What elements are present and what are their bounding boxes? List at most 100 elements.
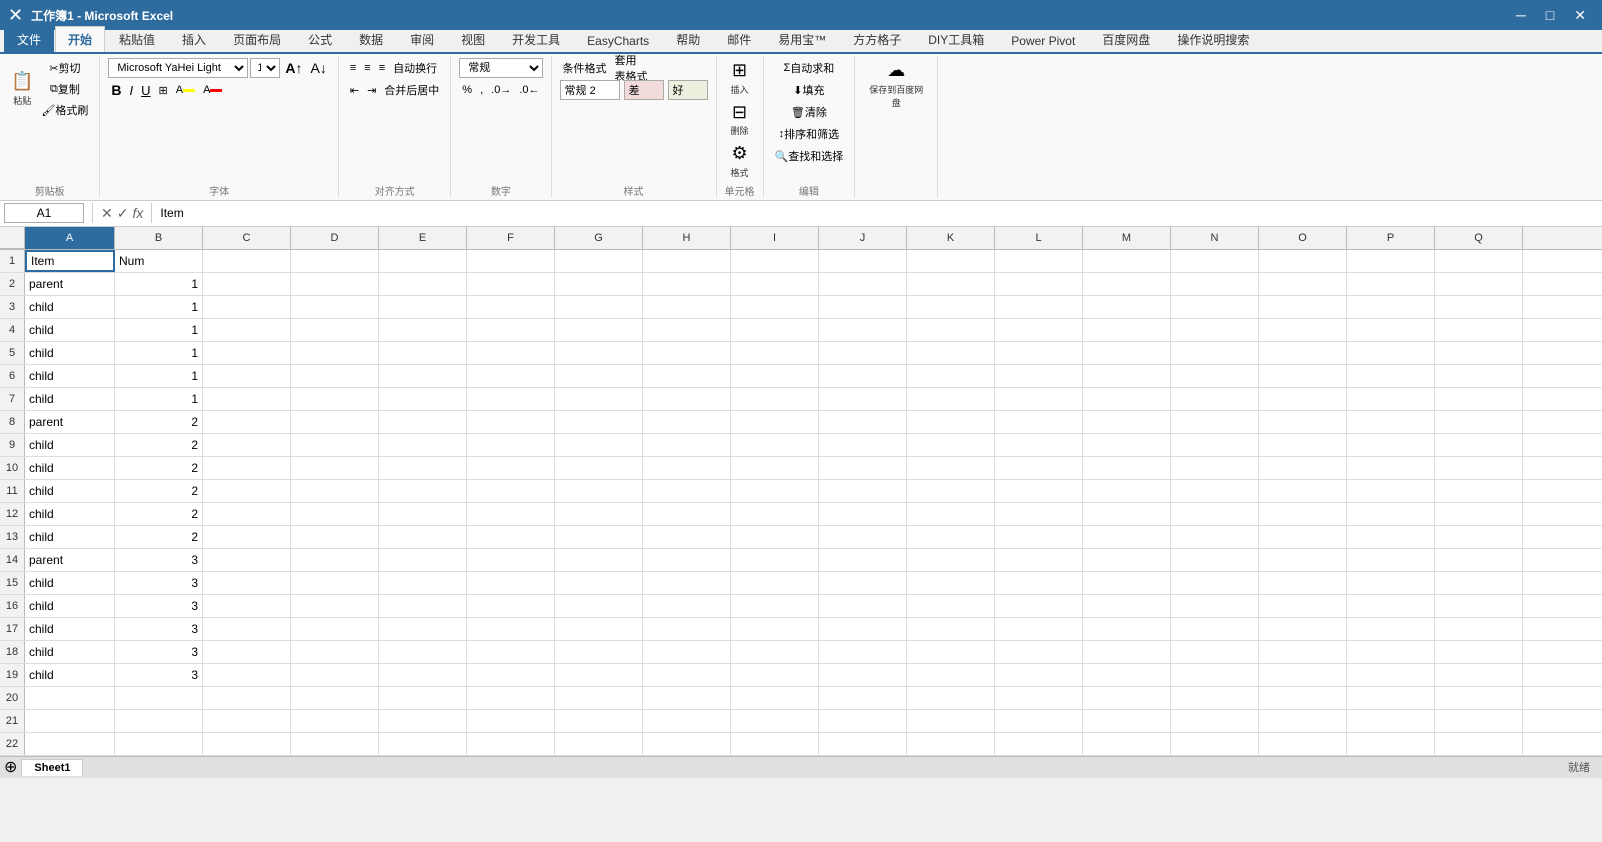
cell-l20[interactable] bbox=[995, 687, 1083, 709]
cell-n8[interactable] bbox=[1171, 411, 1259, 433]
cell-k9[interactable] bbox=[907, 434, 995, 456]
sort-filter-button[interactable]: ↕ 排序和筛选 bbox=[772, 124, 847, 144]
cell-a7[interactable]: child bbox=[25, 388, 115, 410]
menu-tab-view[interactable]: 视图 bbox=[448, 26, 498, 52]
cell-j13[interactable] bbox=[819, 526, 907, 548]
menu-tab-baidu[interactable]: 百度网盘 bbox=[1089, 26, 1163, 52]
cell-g16[interactable] bbox=[555, 595, 643, 617]
cell-o21[interactable] bbox=[1259, 710, 1347, 732]
cell-h10[interactable] bbox=[643, 457, 731, 479]
cell-l22[interactable] bbox=[995, 733, 1083, 755]
cell-d8[interactable] bbox=[291, 411, 379, 433]
cell-k15[interactable] bbox=[907, 572, 995, 594]
cell-p14[interactable] bbox=[1347, 549, 1435, 571]
cell-h18[interactable] bbox=[643, 641, 731, 663]
cell-a19[interactable]: child bbox=[25, 664, 115, 686]
cell-k6[interactable] bbox=[907, 365, 995, 387]
row-number-3[interactable]: 3 bbox=[0, 296, 25, 318]
cell-i2[interactable] bbox=[731, 273, 819, 295]
cell-g13[interactable] bbox=[555, 526, 643, 548]
cell-l5[interactable] bbox=[995, 342, 1083, 364]
cell-q19[interactable] bbox=[1435, 664, 1523, 686]
cell-g5[interactable] bbox=[555, 342, 643, 364]
cell-p5[interactable] bbox=[1347, 342, 1435, 364]
cell-b21[interactable] bbox=[115, 710, 203, 732]
cell-j2[interactable] bbox=[819, 273, 907, 295]
cell-o1[interactable] bbox=[1259, 250, 1347, 272]
cell-n1[interactable] bbox=[1171, 250, 1259, 272]
cell-i14[interactable] bbox=[731, 549, 819, 571]
close-btn[interactable]: ✕ bbox=[1566, 5, 1594, 26]
cell-a18[interactable]: child bbox=[25, 641, 115, 663]
cell-q21[interactable] bbox=[1435, 710, 1523, 732]
insert-function-icon[interactable]: fx bbox=[132, 205, 143, 221]
cell-q3[interactable] bbox=[1435, 296, 1523, 318]
cell-j3[interactable] bbox=[819, 296, 907, 318]
cell-e17[interactable] bbox=[379, 618, 467, 640]
style-normal-box[interactable]: 常规 2 bbox=[560, 80, 620, 100]
row-number-12[interactable]: 12 bbox=[0, 503, 25, 525]
cell-c5[interactable] bbox=[203, 342, 291, 364]
cell-h20[interactable] bbox=[643, 687, 731, 709]
cell-c21[interactable] bbox=[203, 710, 291, 732]
cell-g11[interactable] bbox=[555, 480, 643, 502]
decimal-decrease-button[interactable]: .0← bbox=[516, 80, 542, 100]
cell-n18[interactable] bbox=[1171, 641, 1259, 663]
cell-e20[interactable] bbox=[379, 687, 467, 709]
cell-h9[interactable] bbox=[643, 434, 731, 456]
cell-n6[interactable] bbox=[1171, 365, 1259, 387]
cell-a12[interactable]: child bbox=[25, 503, 115, 525]
cell-n7[interactable] bbox=[1171, 388, 1259, 410]
cell-d15[interactable] bbox=[291, 572, 379, 594]
menu-tab-search[interactable]: 操作说明搜索 bbox=[1164, 26, 1262, 52]
cell-l18[interactable] bbox=[995, 641, 1083, 663]
cell-f5[interactable] bbox=[467, 342, 555, 364]
cell-f14[interactable] bbox=[467, 549, 555, 571]
cell-j18[interactable] bbox=[819, 641, 907, 663]
cell-n11[interactable] bbox=[1171, 480, 1259, 502]
cell-n20[interactable] bbox=[1171, 687, 1259, 709]
cell-m7[interactable] bbox=[1083, 388, 1171, 410]
cell-p21[interactable] bbox=[1347, 710, 1435, 732]
row-number-13[interactable]: 13 bbox=[0, 526, 25, 548]
cell-d7[interactable] bbox=[291, 388, 379, 410]
cell-k19[interactable] bbox=[907, 664, 995, 686]
cell-b11[interactable]: 2 bbox=[115, 480, 203, 502]
cell-g1[interactable] bbox=[555, 250, 643, 272]
menu-tab-formula[interactable]: 公式 bbox=[295, 26, 345, 52]
cell-j14[interactable] bbox=[819, 549, 907, 571]
cell-g2[interactable] bbox=[555, 273, 643, 295]
cell-g10[interactable] bbox=[555, 457, 643, 479]
cell-j16[interactable] bbox=[819, 595, 907, 617]
col-header-j[interactable]: J bbox=[819, 227, 907, 249]
cell-j15[interactable] bbox=[819, 572, 907, 594]
cell-n19[interactable] bbox=[1171, 664, 1259, 686]
cell-h16[interactable] bbox=[643, 595, 731, 617]
sheet-tab-1[interactable]: Sheet1 bbox=[21, 759, 83, 776]
cell-m17[interactable] bbox=[1083, 618, 1171, 640]
cell-p13[interactable] bbox=[1347, 526, 1435, 548]
row-number-4[interactable]: 4 bbox=[0, 319, 25, 341]
cell-o16[interactable] bbox=[1259, 595, 1347, 617]
cell-o3[interactable] bbox=[1259, 296, 1347, 318]
cell-j10[interactable] bbox=[819, 457, 907, 479]
cell-b8[interactable]: 2 bbox=[115, 411, 203, 433]
italic-button[interactable]: I bbox=[127, 80, 137, 100]
cell-p20[interactable] bbox=[1347, 687, 1435, 709]
cell-b1[interactable]: Num bbox=[115, 250, 203, 272]
cell-o17[interactable] bbox=[1259, 618, 1347, 640]
cell-e3[interactable] bbox=[379, 296, 467, 318]
col-header-a[interactable]: A bbox=[25, 227, 115, 249]
cell-a20[interactable] bbox=[25, 687, 115, 709]
save-baidu-button[interactable]: ☁ 保存到百度网盘 bbox=[863, 58, 929, 111]
cell-f3[interactable] bbox=[467, 296, 555, 318]
cell-l4[interactable] bbox=[995, 319, 1083, 341]
cell-d6[interactable] bbox=[291, 365, 379, 387]
cell-f8[interactable] bbox=[467, 411, 555, 433]
cell-j12[interactable] bbox=[819, 503, 907, 525]
cell-k22[interactable] bbox=[907, 733, 995, 755]
cell-f13[interactable] bbox=[467, 526, 555, 548]
cell-b5[interactable]: 1 bbox=[115, 342, 203, 364]
cell-m5[interactable] bbox=[1083, 342, 1171, 364]
menu-tab-layout[interactable]: 页面布局 bbox=[220, 26, 294, 52]
